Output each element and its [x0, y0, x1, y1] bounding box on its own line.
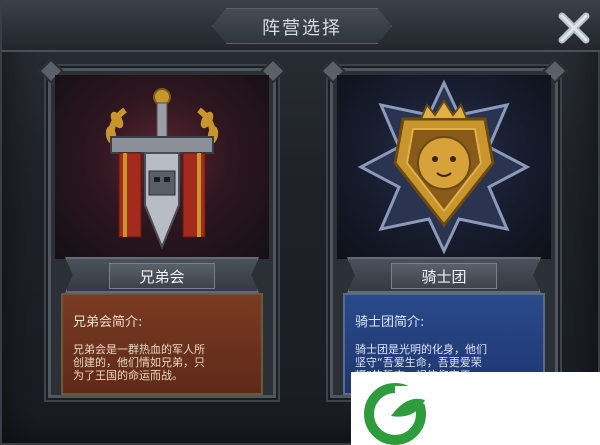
emblem-area — [55, 75, 269, 259]
faction-intro-title: 骑士团简介: — [355, 315, 425, 330]
close-icon — [558, 12, 590, 44]
faction-card-brotherhood[interactable]: 兄弟会 兄弟会简介: 兄弟会是一群热血的军人所 创建的，他们情如兄弟，只 为了王… — [38, 58, 286, 398]
emblem-area — [337, 75, 551, 259]
intro-line: 兄弟会是一群热血的军人所 — [73, 343, 205, 356]
page-title: 阵营选择 — [262, 18, 342, 39]
faction-intro-title: 兄弟会简介: — [73, 315, 143, 330]
watermark-logo — [351, 372, 600, 445]
lion-shield-emblem-icon — [357, 79, 531, 255]
intro-line: 为了王国的命运而战。 — [73, 369, 183, 382]
faction-name: 兄弟会 — [139, 268, 185, 286]
sword-emblem-icon — [105, 88, 219, 250]
close-button[interactable] — [554, 10, 594, 46]
intro-line: 骑士团是光明的化身，他们 — [355, 343, 487, 356]
faction-select-panel: 阵营选择 兄弟会 兄弟会简介: 兄弟会是一群热血的军人所 创建的，他们情如兄弟，… — [0, 0, 600, 445]
faction-name: 骑士团 — [421, 268, 467, 286]
intro-line: 坚守“吾爱生命，吾更爱荣 — [355, 356, 482, 369]
faction-card-knights[interactable]: 骑士团 骑士团简介: 骑士团是光明的化身，他们 坚守“吾爱生命，吾更爱荣 耀”的… — [320, 58, 568, 398]
leaf-logo-icon — [364, 383, 426, 445]
intro-line: 创建的，他们情如兄弟，只 — [73, 356, 205, 369]
faction-intro-body: 兄弟会是一群热血的军人所 创建的，他们情如兄弟，只 为了王国的命运而战。 — [73, 343, 265, 382]
